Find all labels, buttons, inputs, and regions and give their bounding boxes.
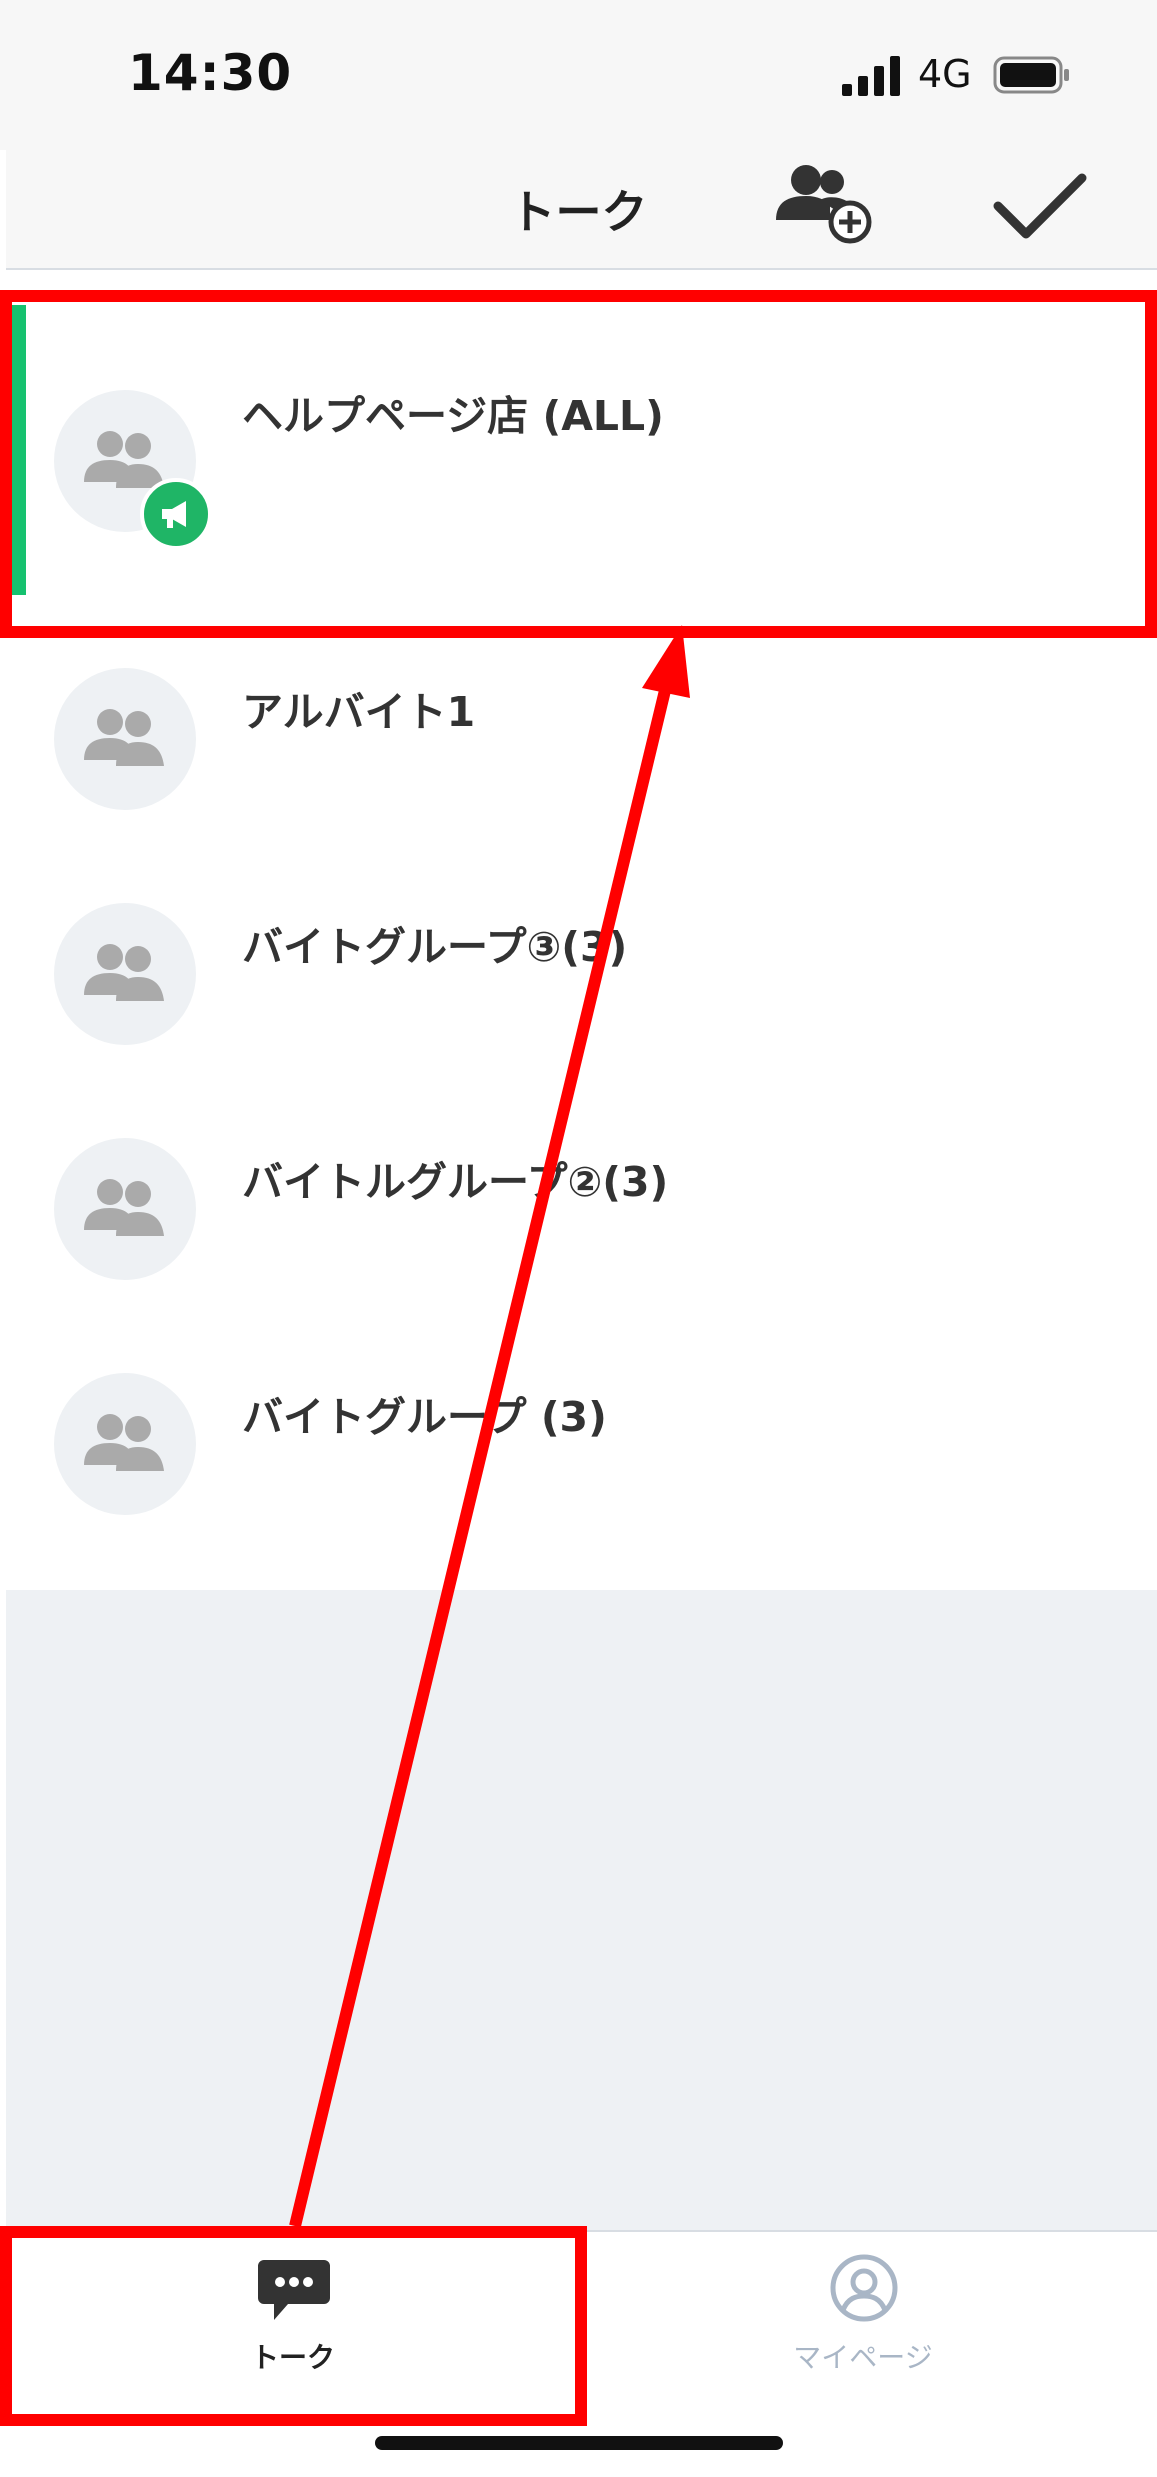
group-icon: [84, 1179, 164, 1236]
group-icon: [84, 709, 164, 766]
page-title: トーク: [509, 185, 648, 239]
highlight-box-first-chat: [0, 290, 1157, 638]
battery-icon: [993, 56, 1069, 94]
group-avatar: [54, 668, 196, 810]
group-icon: [84, 944, 164, 1001]
signal-icon: [842, 56, 900, 96]
chat-name: バイトグループ (3): [242, 1393, 607, 1441]
group-avatar: [54, 903, 196, 1045]
user-circle-icon: [830, 2254, 898, 2322]
chat-row[interactable]: バイトグループ (3): [6, 1333, 1157, 1568]
status-time: 14:30: [128, 44, 293, 102]
chat-row[interactable]: アルバイト1: [6, 628, 1157, 863]
tab-mypage[interactable]: マイページ: [713, 2240, 1013, 2380]
group-avatar: [54, 1373, 196, 1515]
chat-row[interactable]: バイトルグループ②(3): [6, 1098, 1157, 1333]
empty-area: [6, 1590, 1157, 2230]
chat-row[interactable]: バイトグループ③(3): [6, 863, 1157, 1098]
home-indicator: [375, 2436, 783, 2450]
highlight-box-talk-tab: [0, 2226, 587, 2426]
chat-name: アルバイト1: [242, 688, 476, 736]
group-avatar: [54, 1138, 196, 1280]
checkmark-icon[interactable]: [990, 168, 1090, 248]
tab-label: マイページ: [793, 2341, 933, 2374]
network-type: 4G: [918, 52, 972, 96]
chat-name: バイトグループ③(3): [242, 923, 628, 971]
chat-name: バイトルグループ②(3): [242, 1158, 669, 1206]
person-group-plus-icon[interactable]: [768, 160, 878, 245]
group-icon: [84, 1414, 164, 1471]
